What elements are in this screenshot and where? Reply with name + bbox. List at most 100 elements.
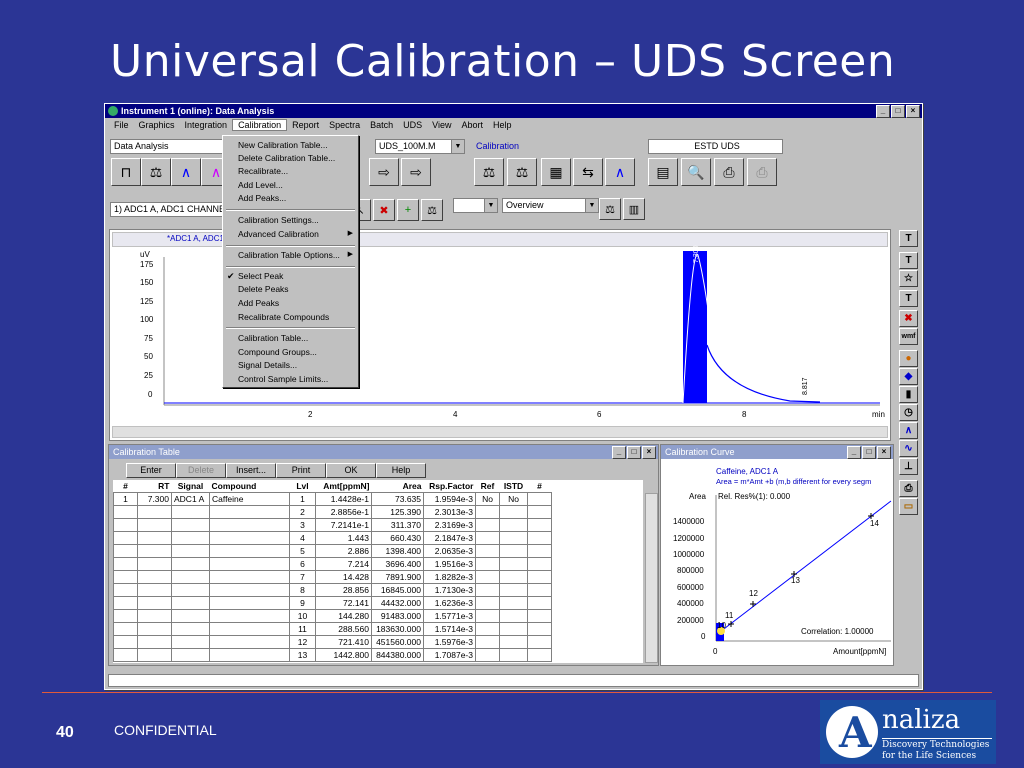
method-combo[interactable]: UDS_100M.M ▼ [375,139,465,154]
table-cell[interactable] [475,596,500,610]
table-cell[interactable] [527,635,552,649]
table-cell[interactable] [113,609,138,623]
table-cell[interactable] [209,648,290,662]
chromatogram-icon[interactable]: ∧ [171,158,201,186]
table-cell[interactable] [209,505,290,519]
table-cell[interactable]: 125.390 [371,505,424,519]
delete-peak-icon[interactable]: ✖ [373,199,395,221]
horizontal-scrollbar[interactable] [112,426,888,438]
table-cell[interactable] [527,583,552,597]
table-cell[interactable] [209,635,290,649]
table-cell[interactable] [209,596,290,610]
menu-abort[interactable]: Abort [457,120,489,130]
delete-button[interactable]: Delete [176,463,226,478]
table-cell[interactable] [171,635,210,649]
load-method-icon[interactable]: ⇨ [369,158,399,186]
window-titlebar[interactable]: Instrument 1 (online): Data Analysis _ □… [105,104,922,118]
table-cell[interactable] [527,596,552,610]
table-cell[interactable] [527,609,552,623]
table-cell[interactable]: ADC1 A [171,492,210,506]
curve-close-button[interactable]: × [877,446,891,459]
color-palette-icon[interactable]: ● [899,350,918,367]
add-level-icon[interactable]: ⇆ [573,158,603,186]
menu-recalibrate[interactable]: Recalibrate... [238,166,288,176]
print-icon[interactable]: ⎙ [899,480,918,497]
table-cell[interactable] [113,518,138,532]
table-cell[interactable]: 28.856 [315,583,372,597]
table-cell[interactable] [113,505,138,519]
table-cell[interactable]: 1.9516e-3 [423,557,476,571]
table-cell[interactable] [475,570,500,584]
table-cell[interactable]: 7.300 [137,492,172,506]
table-cell[interactable]: 7 [289,570,316,584]
table-cell[interactable]: 1.6236e-3 [423,596,476,610]
table-cell[interactable]: 14.428 [315,570,372,584]
table-cell[interactable]: 1.5771e-3 [423,609,476,623]
table-cell[interactable]: 2.886 [315,544,372,558]
print-disabled-icon[interactable]: ⎙ [747,158,777,186]
table-cell[interactable] [209,583,290,597]
table-cell[interactable] [499,557,528,571]
table-cell[interactable] [137,557,172,571]
table-cell[interactable] [137,531,172,545]
report-delete-icon[interactable]: ▤ [648,158,678,186]
table-cell[interactable] [209,570,290,584]
menu-help[interactable]: Help [488,120,517,130]
text-star-icon[interactable]: ☆ [899,270,918,287]
table-cell[interactable]: 844380.000 [371,648,424,662]
menu-graphics[interactable]: Graphics [134,120,180,130]
table-cell[interactable]: 73.635 [371,492,424,506]
table-cell[interactable] [113,648,138,662]
table-cell[interactable]: 660.430 [371,531,424,545]
table-cell[interactable]: No [475,492,500,506]
table-cell[interactable]: 8 [289,583,316,597]
table-cell[interactable] [475,583,500,597]
table-cell[interactable] [113,596,138,610]
table-cell[interactable] [113,583,138,597]
table-cell[interactable] [137,648,172,662]
table-row[interactable]: 7 14.428 7891.900 1.8282e-3 [113,570,552,584]
table-row[interactable]: 8 28.856 16845.000 1.7130e-3 [113,583,552,597]
table-cell[interactable]: 44432.000 [371,596,424,610]
menu-advanced-calibration[interactable]: Advanced Calibration [238,229,319,239]
table-cell[interactable]: 10 [289,609,316,623]
table-cell[interactable] [475,648,500,662]
table-cell[interactable] [527,505,552,519]
table-row[interactable]: 11 288.560 183630.000 1.5714e-3 [113,622,552,636]
delete-annotation-icon[interactable]: ✖ [899,310,918,327]
peak-shape-icon[interactable]: ∧ [899,422,918,439]
text-delete-icon[interactable]: T [899,230,918,247]
text-arrow-icon[interactable]: T [899,290,918,307]
table-row[interactable]: 6 7.214 3696.400 1.9516e-3 [113,557,552,571]
recalibrate-peak-icon[interactable]: ⚖ [421,199,443,221]
table-cell[interactable] [171,648,210,662]
peak-delete-icon[interactable]: ∧ [605,158,635,186]
table-cell[interactable] [499,518,528,532]
menu-signal-details[interactable]: Signal Details... [238,360,297,370]
menu-add-level[interactable]: Add Level... [238,180,283,190]
table-cell[interactable] [527,492,552,506]
menu-uds[interactable]: UDS [398,120,427,130]
table-cell[interactable] [209,544,290,558]
text-tool-icon[interactable]: T [899,252,918,269]
enter-button[interactable]: Enter [126,463,176,478]
table-cell[interactable] [527,570,552,584]
table-cell[interactable]: 6 [289,557,316,571]
menu-add-peaks[interactable]: Add Peaks... [238,193,286,203]
table-cell[interactable] [171,622,210,636]
table-cell[interactable]: 311.370 [371,518,424,532]
table-cell[interactable] [475,518,500,532]
dropdown-arrow-icon[interactable]: ▼ [451,140,464,153]
table-columns-icon[interactable]: ▥ [623,198,645,220]
table-row[interactable]: 10 144.280 91483.000 1.5771e-3 [113,609,552,623]
table-cell[interactable]: 1.443 [315,531,372,545]
table-cell[interactable] [137,635,172,649]
table-row[interactable]: 4 1.443 660.430 2.1847e-3 [113,531,552,545]
table-row[interactable]: 9 72.141 44432.000 1.6236e-3 [113,596,552,610]
close-button[interactable]: × [906,105,920,118]
table-cell[interactable] [113,635,138,649]
table-cell[interactable] [209,518,290,532]
table-cell[interactable] [113,557,138,571]
clock-icon[interactable]: ◷ [899,404,918,421]
baseline-icon[interactable]: ⊥ [899,458,918,475]
